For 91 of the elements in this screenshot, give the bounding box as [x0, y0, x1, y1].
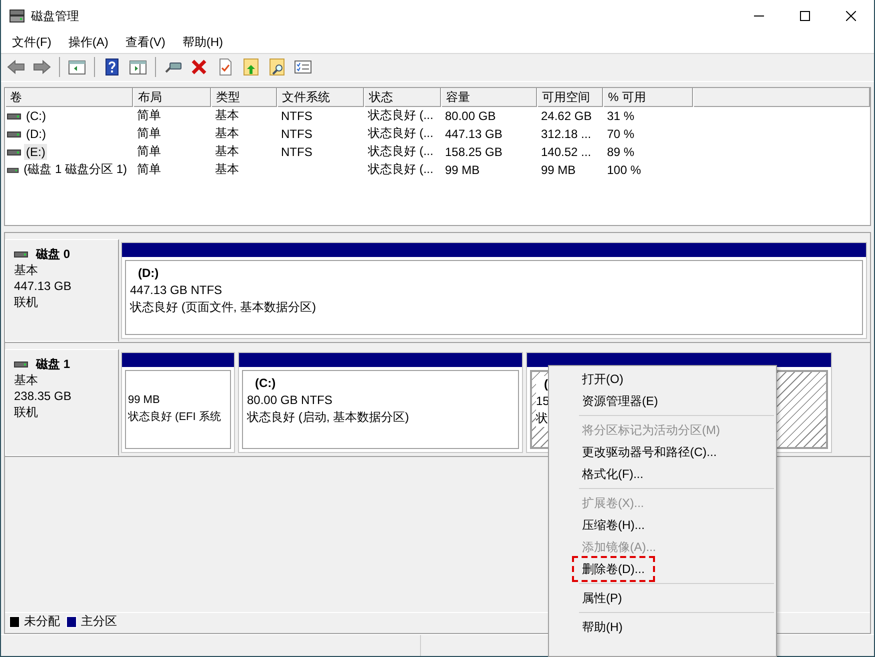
- partition-status: 状态良好 (启动, 基本数据分区): [247, 408, 410, 426]
- maximize-icon: [800, 11, 810, 21]
- column-header[interactable]: 容量: [441, 88, 537, 107]
- drive-icon: [14, 358, 28, 369]
- drive-icon: [7, 146, 21, 157]
- table-cell: 状态良好 (...: [368, 126, 434, 140]
- column-header[interactable]: 状态: [364, 88, 441, 107]
- menu-item[interactable]: 属性(P): [549, 587, 628, 609]
- legend-label: 未分配: [24, 613, 60, 630]
- table-cell: NTFS: [281, 108, 312, 123]
- table-cell: 31 %: [607, 108, 634, 123]
- column-header[interactable]: 布局: [133, 88, 211, 107]
- folder-magnifier-icon[interactable]: [268, 58, 286, 76]
- menu-item[interactable]: 文件(F): [5, 32, 58, 53]
- table-cell: 基本: [215, 144, 239, 158]
- table-cell: 99 MB: [445, 162, 480, 177]
- table-cell: NTFS: [281, 126, 312, 141]
- column-header[interactable]: 卷: [5, 88, 133, 107]
- column-header[interactable]: 类型: [211, 88, 277, 107]
- table-cell: 状态良好 (...: [368, 162, 434, 176]
- menu-item[interactable]: 压缩卷(H)...: [549, 514, 651, 536]
- drive-icon: [7, 110, 21, 121]
- table-cell: 简单: [137, 162, 161, 176]
- table-cell: 70 %: [607, 126, 634, 141]
- menu-item[interactable]: 操作(A): [61, 32, 116, 53]
- table-cell: 447.13 GB: [445, 126, 502, 141]
- table-cell: NTFS: [281, 144, 312, 159]
- partition-label: (D:): [137, 264, 160, 282]
- delete-icon[interactable]: [190, 58, 208, 76]
- table-cell: 100 %: [607, 162, 642, 177]
- table-cell: 基本: [215, 162, 239, 176]
- table-cell: 312.18 ...: [541, 126, 592, 141]
- menu-item[interactable]: 查看(V): [118, 32, 172, 53]
- table-cell: 158.25 GB: [445, 144, 502, 159]
- partition-label: (C:): [254, 374, 277, 392]
- disk-name: 磁盘 0: [36, 246, 70, 262]
- partition-size: 80.00 GB NTFS: [247, 392, 334, 409]
- menu-item[interactable]: 资源管理器(E): [549, 390, 664, 412]
- menu-item[interactable]: 更改驱动器号和路径(C)...: [549, 441, 723, 463]
- column-header[interactable]: % 可用: [603, 88, 693, 107]
- volume-name[interactable]: (D:): [24, 126, 48, 142]
- disk-size: 238.35 GB: [14, 388, 72, 404]
- disk-type: 基本: [14, 372, 39, 388]
- checklist-icon[interactable]: [294, 58, 312, 76]
- partition-size: 447.13 GB NTFS: [130, 282, 224, 299]
- column-header[interactable]: 可用空间: [537, 88, 603, 107]
- table-cell: 140.52 ...: [541, 144, 592, 159]
- table-cell: 状态良好 (...: [368, 108, 434, 122]
- table-cell: 89 %: [607, 144, 634, 159]
- partition-status: 状态良好 (EFI 系统: [128, 410, 222, 425]
- panel-icon[interactable]: [68, 58, 86, 76]
- partition-block[interactable]: 99 MB 状态良好 (EFI 系统: [121, 352, 235, 453]
- table-cell: 简单: [137, 144, 161, 158]
- disk-status: 联机: [14, 294, 39, 310]
- menu-item[interactable]: 帮助(H): [175, 32, 230, 53]
- table-cell: 简单: [137, 108, 161, 122]
- back-arrow-icon[interactable]: [7, 58, 25, 76]
- table-cell: 简单: [137, 126, 161, 140]
- partition-block[interactable]: (C:) 80.00 GB NTFS 状态良好 (启动, 基本数据分区): [238, 352, 523, 453]
- table-cell: 基本: [215, 126, 239, 140]
- window-title: 磁盘管理: [31, 8, 80, 24]
- table-cell: 基本: [215, 108, 239, 122]
- help-icon[interactable]: [103, 58, 121, 76]
- legend-label: 主分区: [81, 613, 117, 630]
- forward-arrow-icon[interactable]: [33, 58, 51, 76]
- menu-item[interactable]: 格式化(F)...: [549, 463, 650, 485]
- menu-item[interactable]: 帮助(H): [549, 616, 629, 638]
- partition-status: 状: [536, 410, 548, 427]
- table-cell: 24.62 GB: [541, 108, 592, 123]
- disk-size: 447.13 GB: [14, 278, 72, 294]
- partition-status: 状态良好 (页面文件, 基本数据分区): [130, 298, 317, 316]
- menu-item[interactable]: 打开(O): [549, 368, 630, 390]
- close-icon: [846, 11, 856, 21]
- volume-name[interactable]: (磁盘 1 磁盘分区 1): [22, 160, 129, 180]
- menu-item[interactable]: 删除卷(D)...: [574, 558, 653, 580]
- volume-name[interactable]: (C:): [24, 108, 48, 124]
- column-header[interactable]: 文件系统: [277, 88, 364, 107]
- partition-block[interactable]: (D:) 447.13 GB NTFS 状态良好 (页面文件, 基本数据分区): [121, 242, 867, 339]
- disk-name: 磁盘 1: [36, 356, 70, 372]
- drive-icon: [7, 128, 21, 139]
- drive-icon: [14, 248, 28, 259]
- table-cell: 状态良好 (...: [368, 144, 434, 158]
- partition-label: (: [536, 376, 548, 393]
- disk-icon: [9, 9, 25, 23]
- partition-size: 99 MB: [128, 392, 161, 408]
- disk-type: 基本: [14, 262, 39, 278]
- disk-status: 联机: [14, 404, 39, 420]
- panel-icon[interactable]: [129, 58, 147, 76]
- table-cell: 80.00 GB: [445, 108, 496, 123]
- table-cell: 99 MB: [541, 162, 576, 177]
- volume-name[interactable]: (E:): [24, 144, 48, 160]
